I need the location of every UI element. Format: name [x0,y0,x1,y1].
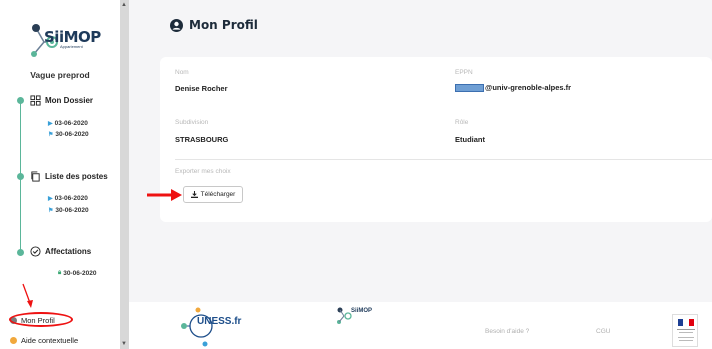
page-title: Mon Profil [170,18,258,32]
lock-date: 🔒︎ 30-06-2020 [58,270,97,277]
annotation-highlight-oval [9,312,73,327]
nav-aide-contextuelle[interactable]: Aide contextuelle [10,336,78,345]
eppn-label: EPPN [455,69,473,76]
sidebar-item-liste-des-postes[interactable]: Liste des postes [30,171,108,182]
nav-aide-label: Aide contextuelle [21,336,79,345]
timeline-dot [17,97,24,104]
download-button[interactable]: Télécharger [183,186,243,203]
timeline-dot [17,173,24,180]
nom-value: Denise Rocher [175,84,228,93]
play-icon: ▶ [48,121,53,127]
subdivision-value: STRASBOURG [175,135,229,144]
start-date: ▶ 03-06-2020 [48,195,88,202]
user-circle-icon [170,18,183,32]
page-title-text: Mon Profil [189,18,258,32]
sidebar-scrollbar[interactable]: ▲ ▼ [120,0,129,349]
end-date: ⚑ 30-06-2020 [48,131,89,138]
check-circle-icon [30,246,41,257]
divider [175,159,712,160]
redaction-box [455,84,484,93]
end-date: ⚑ 30-06-2020 [48,207,89,214]
sidebar-item-mon-dossier[interactable]: Mon Dossier [30,95,93,106]
nom-label: Nom [175,69,189,76]
scroll-down-icon[interactable]: ▼ [121,341,127,347]
republique-francaise-logo-icon [672,314,698,347]
role-label: Rôle [455,119,469,126]
siimop-footer-text[interactable]: SiiMOP [351,308,372,314]
flag-icon: ⚑ [48,132,54,138]
copy-icon [31,171,40,182]
uness-logo-text[interactable]: UNESS.fr [197,316,241,327]
role-value: Etudiant [455,135,485,144]
export-label: Exporter mes choix [175,168,231,175]
start-date: ▶ 03-06-2020 [48,120,88,127]
sidebar-item-label: Mon Dossier [45,96,94,105]
bullet-icon [10,337,17,344]
footer: UNESS.fr SiiMOP Besoin d'aide ? CGU [129,302,712,349]
sidebar-item-label: Affectations [45,247,92,256]
scroll-up-icon[interactable]: ▲ [121,2,127,8]
sidebar: SiiMOP Appariement Vague preprod Mon Dos… [0,0,120,349]
flag-icon: ⚑ [48,208,54,214]
grid-icon [30,95,41,106]
sidebar-item-affectations[interactable]: Affectations [30,246,91,257]
timeline-dot [17,249,24,256]
wave-title: Vague preprod [30,70,90,80]
cgu-link[interactable]: CGU [596,328,610,335]
annotation-arrow-icon [147,189,182,201]
download-icon [190,191,198,198]
profile-card: Nom Denise Rocher EPPN @univ-grenoble-al… [160,57,712,222]
help-link[interactable]: Besoin d'aide ? [485,328,529,335]
eppn-value: @univ-grenoble-alpes.fr [455,83,571,93]
sidebar-item-label: Liste des postes [45,172,108,181]
play-icon: ▶ [48,196,53,202]
lock-icon: 🔒︎ [58,270,62,276]
download-button-label: Télécharger [200,191,236,198]
logo-subtitle: Appariement [60,44,83,49]
subdivision-label: Subdivision [175,119,209,126]
